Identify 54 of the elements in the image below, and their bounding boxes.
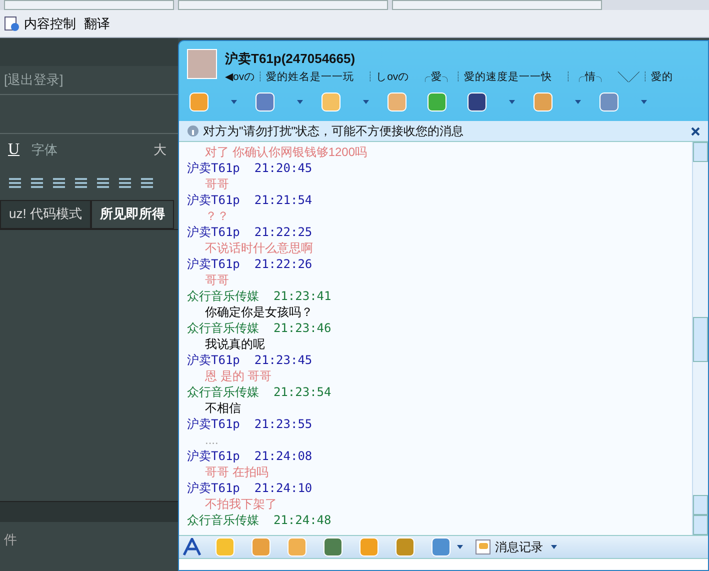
font-select[interactable]: 字体	[32, 140, 142, 160]
message-history-button[interactable]: 消息记录	[475, 538, 557, 556]
underline-button[interactable]: U	[8, 138, 20, 162]
avatar-placeholder	[187, 49, 217, 79]
caret-icon	[575, 100, 581, 104]
message-header: 沪卖T61p 21:22:25	[187, 224, 314, 240]
message-text: 不说话时什么意思啊	[204, 240, 314, 256]
logout-link[interactable]: [退出登录]	[0, 66, 178, 94]
message-text: 恩 是的 哥哥	[204, 368, 273, 384]
attachment-label: 件	[3, 530, 18, 548]
editor-tab[interactable]: uz! 代码模式	[0, 200, 91, 228]
message-text: ....	[204, 432, 220, 448]
toolbar-link[interactable]: 翻译	[84, 14, 110, 34]
message-header: 沪卖T61p 21:20:45	[187, 160, 314, 176]
browser-tab[interactable]	[178, 0, 388, 10]
notice-text: 对方为"请勿打扰"状态，可能不方便接收您的消息	[203, 123, 465, 140]
browser-tab[interactable]	[4, 0, 174, 10]
message-text: 你确定你是女孩吗？	[204, 304, 314, 320]
message-header: 沪卖T61p 21:24:10	[187, 480, 314, 496]
message-text: 对了 你确认你网银钱够1200吗	[204, 144, 368, 160]
message-header: 沪卖T61p 21:22:26	[187, 256, 314, 272]
signature-text: ◀ovの┊愛的姓名是一一玩 ┊しovの ╭愛╮┊愛的速度是一一快 ┊╭情╮ ╲╱┊愛的	[225, 70, 674, 84]
toolbar-link[interactable]: 内容控制	[24, 14, 76, 34]
message-text: 我说真的呢	[204, 336, 266, 352]
message-header: 沪卖T61p 21:23:55	[187, 416, 314, 432]
info-icon	[187, 125, 199, 137]
message-text: 哥哥	[204, 176, 230, 192]
editor-tab[interactable]: 所见即所得	[90, 200, 174, 228]
message-text: ？？	[204, 208, 230, 224]
window-title: 沪卖T61p(247054665)	[225, 50, 356, 68]
message-header: 沪卖T61p 21:23:45	[187, 352, 314, 368]
message-text: 不拍我下架了	[204, 496, 278, 512]
message-header: 众行音乐传媒 21:23:46	[187, 320, 332, 336]
close-icon[interactable]	[691, 126, 700, 136]
message-text: 哥哥	[204, 272, 230, 288]
message-text: 不相信	[204, 400, 242, 416]
message-header: 沪卖T61p 21:21:54	[187, 192, 314, 208]
caret-icon	[457, 545, 463, 549]
caret-icon	[641, 100, 647, 104]
message-text: 哥哥 在拍吗	[204, 464, 270, 480]
font-icon[interactable]	[183, 538, 201, 556]
size-select[interactable]: 大	[154, 140, 167, 160]
scrollbar[interactable]	[692, 142, 708, 535]
caret-icon	[551, 545, 557, 549]
browser-tab[interactable]	[392, 0, 602, 10]
message-header: 众行音乐传媒 21:23:41	[187, 288, 332, 304]
message-input-field[interactable]	[179, 559, 708, 570]
caret-icon	[297, 100, 303, 104]
caret-icon	[363, 100, 369, 104]
message-header: 众行音乐传媒 21:23:54	[187, 384, 332, 400]
message-header: 沪卖T61p 21:24:08	[187, 448, 314, 464]
message-header: 众行音乐传媒 21:24:48	[187, 512, 332, 528]
caret-icon	[231, 100, 237, 104]
caret-icon	[509, 100, 515, 104]
